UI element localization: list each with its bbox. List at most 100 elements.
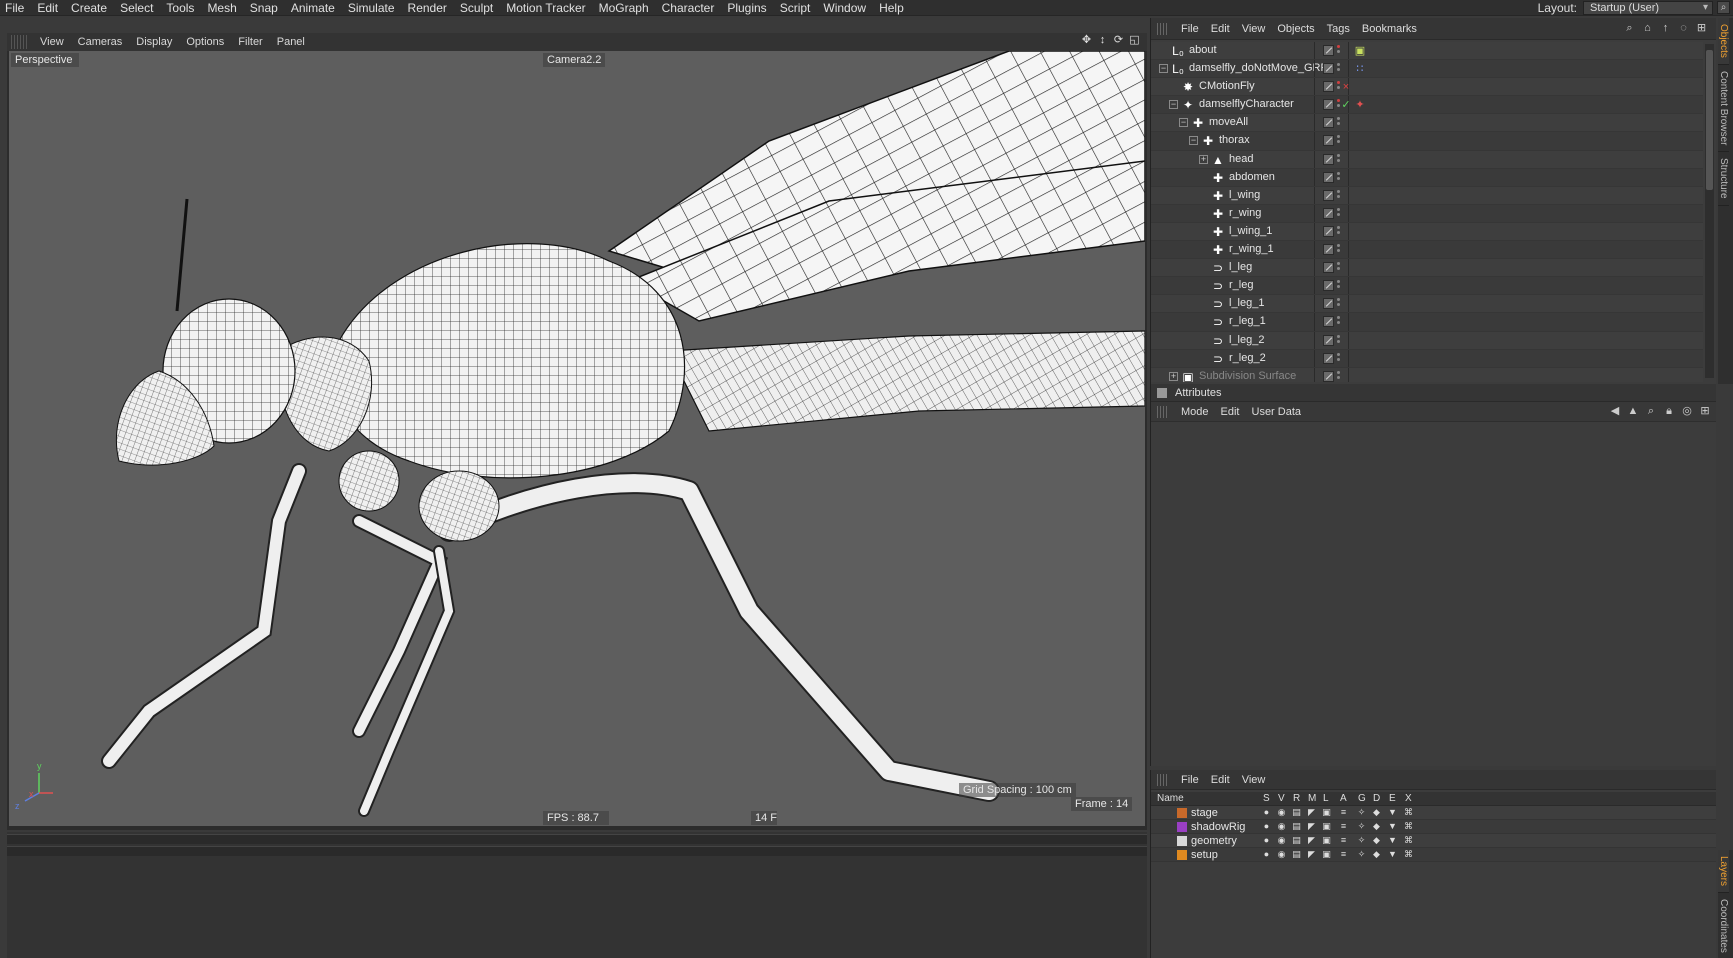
object-row[interactable]: + ▣ Subdivision Surface <box>1151 367 1703 382</box>
layer-menu-item[interactable]: View <box>1238 774 1274 786</box>
layer-visibility-icon[interactable] <box>1323 244 1334 256</box>
layer-visibility-icon[interactable] <box>1323 370 1334 382</box>
layer-toggle-icon[interactable]: ▣ <box>1321 821 1332 832</box>
layer-toggle-icon[interactable]: ◆ <box>1371 835 1382 846</box>
visibility-dots-icon[interactable] <box>1337 62 1341 76</box>
viewport-menu-item[interactable]: View <box>33 36 71 48</box>
layer-toggle-icon[interactable]: ▤ <box>1291 835 1302 846</box>
layer-visibility-icon[interactable] <box>1323 117 1334 129</box>
object-row[interactable]: + ▲ head <box>1151 150 1703 169</box>
layer-toggle-icon[interactable]: ▼ <box>1387 835 1398 846</box>
menu-item[interactable]: Mesh <box>202 0 244 16</box>
layer-toggle-icon[interactable]: ⌘ <box>1403 835 1414 846</box>
side-tab[interactable]: Structure <box>1718 152 1729 206</box>
layer-toggle-icon[interactable]: ⌘ <box>1403 821 1414 832</box>
layer-visibility-icon[interactable] <box>1323 153 1334 165</box>
layer-column-label[interactable]: L <box>1323 792 1329 806</box>
layer-visibility-icon[interactable] <box>1323 63 1334 75</box>
object-row[interactable]: ✚ r_wing_1 <box>1151 241 1703 260</box>
visibility-dots-icon[interactable] <box>1337 153 1341 167</box>
panel-grip-icon[interactable] <box>1157 773 1169 786</box>
object-row[interactable]: ✸ CMotionFly × <box>1151 78 1703 97</box>
character-tag-icon[interactable]: ✦ <box>1353 98 1367 112</box>
layer-toggle-icon[interactable]: ◉ <box>1276 835 1287 846</box>
timeline-bar[interactable] <box>7 834 1147 844</box>
visibility-dots-icon[interactable] <box>1337 225 1341 239</box>
object-row[interactable]: ✚ l_wing_1 <box>1151 222 1703 242</box>
object-row[interactable]: − L₀ damselfly_doNotMove_GRP ∷ <box>1151 60 1703 79</box>
panel-grip-icon[interactable] <box>11 35 27 49</box>
layer-toggle-icon[interactable]: ▤ <box>1291 821 1302 832</box>
panel-grip-icon[interactable] <box>1157 22 1169 35</box>
layer-visibility-icon[interactable] <box>1323 352 1334 364</box>
object-menu-item[interactable]: File <box>1177 23 1207 35</box>
layer-menu-item[interactable]: Edit <box>1207 774 1238 786</box>
up-arrow-icon[interactable]: ▲ <box>1626 404 1640 418</box>
layer-visibility-icon[interactable] <box>1323 280 1334 292</box>
visibility-dots-icon[interactable] <box>1337 207 1341 221</box>
object-row[interactable]: − ✚ moveAll <box>1151 114 1703 133</box>
visibility-dots-icon[interactable] <box>1337 189 1341 203</box>
visibility-dots-icon[interactable] <box>1337 334 1341 348</box>
layer-visibility-icon[interactable] <box>1323 189 1334 201</box>
layout-dropdown[interactable]: Startup (User) <box>1583 1 1713 15</box>
layer-column-label[interactable]: A <box>1340 792 1347 806</box>
menu-item[interactable]: Create <box>66 0 115 16</box>
target-icon[interactable]: ◎ <box>1680 404 1694 418</box>
menu-item[interactable]: Plugins <box>722 0 774 16</box>
layer-visibility-icon[interactable] <box>1323 262 1334 274</box>
layer-toggle-icon[interactable]: ✧ <box>1356 821 1367 832</box>
timeline-bar[interactable] <box>7 846 1147 856</box>
layer-visibility-icon[interactable] <box>1323 99 1334 111</box>
layer-color-swatch[interactable] <box>1177 808 1187 818</box>
layer-toggle-icon[interactable]: ✧ <box>1356 835 1367 846</box>
layer-visibility-icon[interactable] <box>1323 207 1334 219</box>
viewport-menu-item[interactable]: Filter <box>231 36 269 48</box>
visibility-dots-icon[interactable] <box>1337 370 1341 382</box>
layer-toggle-icon[interactable]: ▤ <box>1291 807 1302 818</box>
visibility-dots-icon[interactable] <box>1337 134 1341 148</box>
layer-toggle-icon[interactable]: ▣ <box>1321 849 1332 860</box>
layer-toggle-icon[interactable]: ◉ <box>1276 807 1287 818</box>
layer-row[interactable]: geometry ● ◉ ▤ ◤ ▣ ≡ ✧ ◆ ▼ ⌘ <box>1151 834 1716 848</box>
object-row[interactable]: ⊃ r_leg_2 <box>1151 349 1703 368</box>
new-window-icon[interactable]: ⊞ <box>1698 404 1712 418</box>
layer-toggle-icon[interactable]: ◤ <box>1306 835 1317 846</box>
menu-item[interactable]: Edit <box>32 0 66 16</box>
object-row[interactable]: ⊃ l_leg_1 <box>1151 295 1703 314</box>
layer-toggle-icon[interactable]: ● <box>1261 807 1272 818</box>
object-row[interactable]: ⊃ l_leg_2 <box>1151 331 1703 350</box>
layer-column-label[interactable]: E <box>1389 792 1396 806</box>
object-menu-item[interactable]: Tags <box>1323 23 1358 35</box>
layer-visibility-icon[interactable] <box>1323 135 1334 147</box>
layer-row[interactable]: stage ● ◉ ▤ ◤ ▣ ≡ ✧ ◆ ▼ ⌘ <box>1151 806 1716 820</box>
layer-toggle-icon[interactable]: ▼ <box>1387 849 1398 860</box>
menu-item[interactable]: Sculpt <box>455 0 501 16</box>
collapse-icon[interactable]: − <box>1169 100 1178 110</box>
visibility-dots-icon[interactable] <box>1337 44 1341 58</box>
layer-toggle-icon[interactable]: ◉ <box>1276 821 1287 832</box>
object-tree-scrollbar[interactable] <box>1705 44 1714 378</box>
viewport-canvas[interactable]: y z x Perspective Camera2.2 FPS : 88.7 1… <box>9 51 1145 826</box>
attributes-menu-item[interactable]: Edit <box>1217 406 1248 418</box>
menu-item[interactable]: File <box>0 0 32 16</box>
up-icon[interactable]: ↑ <box>1659 22 1672 35</box>
layer-toggle-icon[interactable]: ⌘ <box>1403 807 1414 818</box>
viewport-menu-item[interactable]: Cameras <box>71 36 130 48</box>
visibility-dots-icon[interactable] <box>1337 116 1341 130</box>
layer-toggle-icon[interactable]: ◤ <box>1306 849 1317 860</box>
selection-tag-icon[interactable]: ∷ <box>1353 62 1367 76</box>
layer-toggle-icon[interactable]: ✧ <box>1356 807 1367 818</box>
layer-visibility-icon[interactable] <box>1323 81 1334 93</box>
menu-item[interactable]: MoGraph <box>594 0 657 16</box>
layer-toggle-icon[interactable]: ▣ <box>1321 807 1332 818</box>
viewport-menu-item[interactable]: Options <box>179 36 231 48</box>
layer-toggle-icon[interactable]: ● <box>1261 835 1272 846</box>
side-tab[interactable]: Coordinates <box>1718 893 1729 958</box>
object-row[interactable]: ⊃ r_leg <box>1151 277 1703 296</box>
layer-toggle-icon[interactable]: ⌘ <box>1403 849 1414 860</box>
layer-visibility-icon[interactable] <box>1323 298 1334 310</box>
menu-item[interactable]: Character <box>657 0 723 16</box>
search-icon[interactable]: ⌕ <box>1717 1 1730 14</box>
object-row[interactable]: ✚ abdomen <box>1151 168 1703 187</box>
